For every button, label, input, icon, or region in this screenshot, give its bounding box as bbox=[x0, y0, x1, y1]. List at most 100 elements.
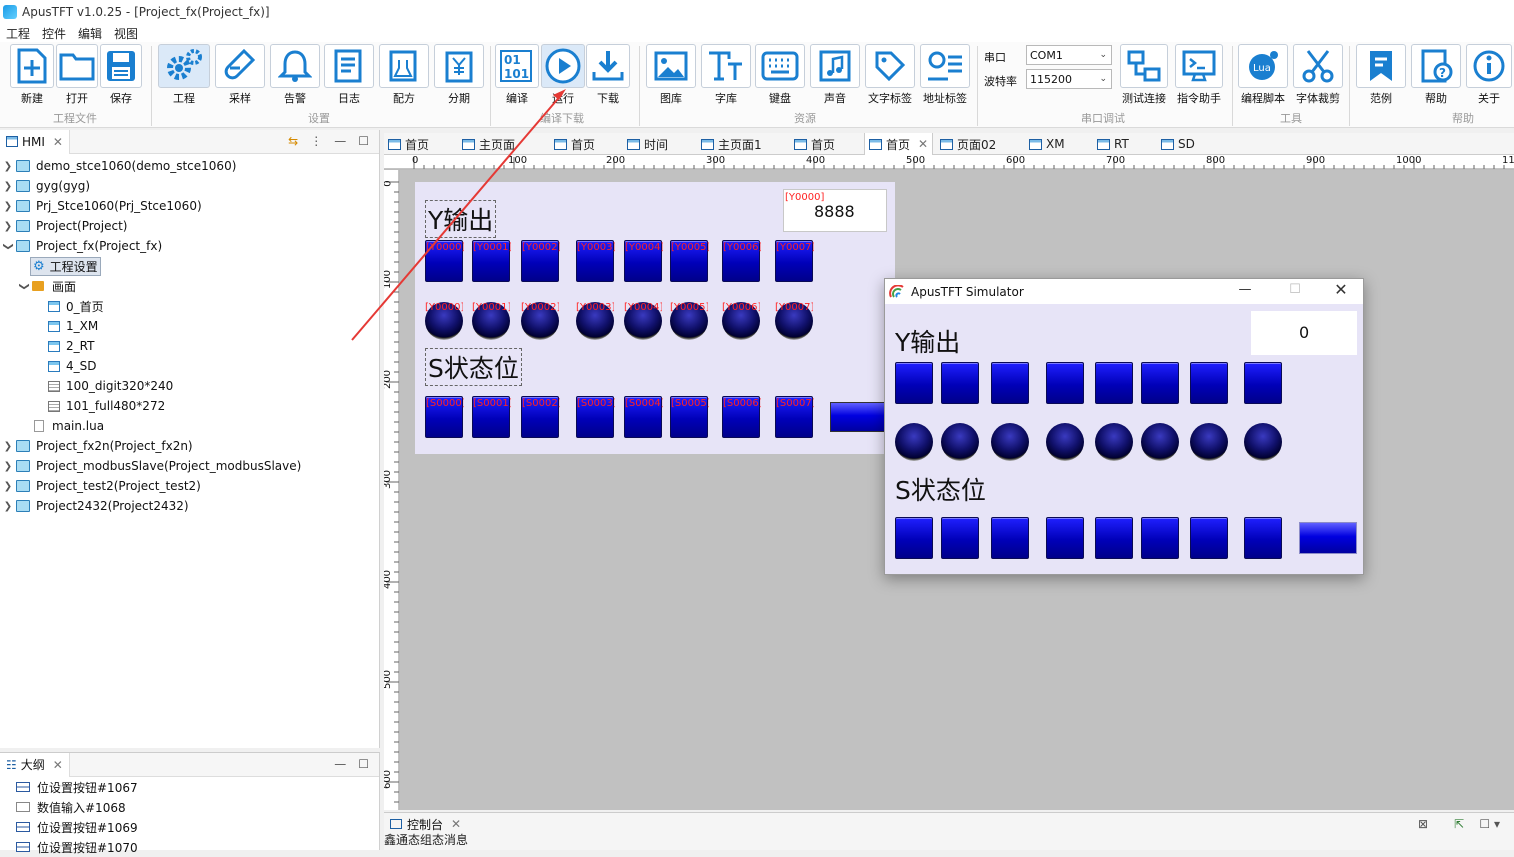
tab-editor-page[interactable]: 首页 bbox=[388, 133, 429, 155]
tab-hmi[interactable]: HMI ✕ bbox=[0, 129, 70, 154]
sample-button[interactable]: 采样 bbox=[215, 44, 265, 108]
font-crop-button[interactable]: 字体裁剪 bbox=[1293, 44, 1343, 108]
tab-editor-page[interactable]: 首页 bbox=[554, 133, 595, 155]
y-indicator-lamp[interactable]: [Y0005] bbox=[670, 302, 708, 340]
close-icon[interactable]: ✕ bbox=[53, 135, 63, 149]
s-bit-button[interactable]: [S0003] bbox=[576, 396, 615, 438]
gallery-button[interactable]: 图库 bbox=[646, 44, 696, 108]
y-indicator-lamp[interactable]: [Y0002] bbox=[521, 302, 559, 340]
expand-arrow-icon[interactable]: ❯ bbox=[0, 181, 16, 192]
minimize-icon[interactable]: — bbox=[1235, 282, 1255, 297]
design-s-title[interactable]: S状态位 bbox=[425, 348, 522, 386]
expand-arrow-icon[interactable]: ❯ bbox=[0, 221, 16, 232]
close-icon[interactable]: ✕ bbox=[53, 758, 63, 772]
tab-outline[interactable]: ☷ 大纲 ✕ bbox=[0, 752, 70, 777]
text-label-button[interactable]: 文字标签 bbox=[865, 44, 915, 108]
link-editor-icon[interactable]: ⇆ bbox=[288, 134, 298, 148]
tab-editor-page[interactable]: 页面02 bbox=[940, 133, 996, 155]
tree-node-project-fx[interactable]: ❯ Project_fx(Project_fx) bbox=[0, 236, 379, 256]
tab-editor-page[interactable]: 主页面1 bbox=[701, 133, 762, 155]
tree-node-project[interactable]: ❯ Project2432(Project2432) bbox=[0, 496, 379, 516]
clear-console-icon[interactable]: ⊠ bbox=[1418, 817, 1428, 831]
tab-editor-page[interactable]: SD bbox=[1161, 133, 1195, 155]
sim-y-bit-button[interactable] bbox=[1095, 362, 1133, 404]
sim-y-bit-button[interactable] bbox=[895, 362, 933, 404]
open-button[interactable]: 打开 bbox=[56, 44, 98, 108]
tree-node-project[interactable]: ❯ Prj_Stce1060(Prj_Stce1060) bbox=[0, 196, 379, 216]
design-y-title[interactable]: Y输出 bbox=[425, 200, 497, 238]
close-icon[interactable]: ✕ bbox=[451, 817, 461, 831]
sim-s-bit-button[interactable] bbox=[1244, 517, 1282, 559]
tab-editor-page-active[interactable]: 首页 ✕ bbox=[864, 133, 934, 155]
tree-node-screen[interactable]: 4_SD bbox=[0, 356, 379, 376]
maximize-icon[interactable]: ☐ bbox=[358, 134, 369, 148]
expand-arrow-icon[interactable]: ❯ bbox=[0, 461, 16, 472]
s-bit-button[interactable]: [S0002] bbox=[521, 396, 560, 438]
y-bit-button[interactable]: [Y0004] bbox=[624, 240, 663, 282]
sim-y-bit-button[interactable] bbox=[991, 362, 1029, 404]
collapse-arrow-icon[interactable]: ❯ bbox=[19, 278, 30, 294]
s-bit-button[interactable]: [S0004] bbox=[624, 396, 663, 438]
design-number-display[interactable]: [Y0000] 8888 bbox=[783, 189, 887, 232]
simulator-title-bar[interactable]: ApusTFT Simulator — ☐ ✕ bbox=[885, 279, 1363, 304]
tab-editor-page[interactable]: 时间 bbox=[627, 133, 668, 155]
s-bit-button[interactable]: [S0006] bbox=[722, 396, 761, 438]
tree-node-project[interactable]: ❯ Project_modbusSlave(Project_modbusSlave… bbox=[0, 456, 379, 476]
s-bit-button[interactable]: [S0000] bbox=[425, 396, 464, 438]
minimize-icon[interactable]: — bbox=[334, 134, 346, 148]
sound-button[interactable]: 声音 bbox=[810, 44, 860, 108]
tab-console[interactable]: 控制台 bbox=[407, 816, 443, 833]
y-bit-button[interactable]: [Y0001] bbox=[472, 240, 511, 282]
lua-script-button[interactable]: Lua 编程脚本 bbox=[1238, 44, 1288, 108]
outline-item[interactable]: 数值输入#1068 bbox=[0, 797, 379, 817]
sim-y-bit-button[interactable] bbox=[1141, 362, 1179, 404]
sim-s-bit-button[interactable] bbox=[1190, 517, 1228, 559]
expand-arrow-icon[interactable]: ❯ bbox=[0, 161, 16, 172]
y-indicator-lamp[interactable]: [Y0007] bbox=[775, 302, 813, 340]
menu-view[interactable]: 视图 bbox=[108, 25, 144, 42]
new-button[interactable]: 新建 bbox=[10, 44, 54, 108]
maximize-icon[interactable]: ☐ bbox=[1285, 282, 1305, 297]
hmi-design-screen[interactable]: Y输出 [Y0000] 8888 [Y0000] [Y0001] [Y0002] [Y… bbox=[415, 182, 895, 454]
tree-node-lua-file[interactable]: main.lua bbox=[0, 416, 379, 436]
y-bit-button[interactable]: [Y0007] bbox=[775, 240, 814, 282]
tree-node-project[interactable]: ❯ demo_stce1060(demo_stce1060) bbox=[0, 156, 379, 176]
tree-node-project[interactable]: ❯ Project(Project) bbox=[0, 216, 379, 236]
serial-port-select[interactable]: COM1 ⌄ bbox=[1026, 45, 1112, 65]
minimize-icon[interactable]: — bbox=[334, 757, 346, 771]
project-settings-button[interactable]: 工程 bbox=[158, 44, 210, 108]
expand-arrow-icon[interactable]: ❯ bbox=[0, 481, 16, 492]
outline-item[interactable]: 位设置按钮#1069 bbox=[0, 817, 379, 837]
compile-button[interactable]: 01 101 编译 bbox=[495, 44, 539, 108]
view-menu-icon[interactable]: ⋮ bbox=[310, 134, 322, 148]
outline-item[interactable]: 位设置按钮#1070 bbox=[0, 837, 379, 857]
command-helper-button[interactable]: 指令助手 bbox=[1175, 44, 1223, 108]
y-indicator-lamp[interactable]: [Y0006] bbox=[722, 302, 760, 340]
tree-node-screen[interactable]: 2_RT bbox=[0, 336, 379, 356]
close-icon[interactable]: ✕ bbox=[1331, 280, 1351, 299]
alarm-button[interactable]: 告警 bbox=[270, 44, 320, 108]
sim-y-bit-button[interactable] bbox=[1190, 362, 1228, 404]
expand-arrow-icon[interactable]: ❯ bbox=[0, 201, 16, 212]
sim-s-bit-button[interactable] bbox=[1141, 517, 1179, 559]
sim-s-bit-button[interactable] bbox=[991, 517, 1029, 559]
help-button[interactable]: ? 帮助 bbox=[1411, 44, 1461, 108]
tree-node-screen[interactable]: 0_首页 bbox=[0, 296, 379, 316]
tree-node-project[interactable]: ❯ Project_test2(Project_test2) bbox=[0, 476, 379, 496]
keyboard-button[interactable]: 键盘 bbox=[755, 44, 805, 108]
y-bit-button[interactable]: [Y0000] bbox=[425, 240, 464, 282]
menu-controls[interactable]: 控件 bbox=[36, 25, 72, 42]
tab-editor-page[interactable]: RT bbox=[1097, 133, 1129, 155]
collapse-arrow-icon[interactable]: ❯ bbox=[3, 238, 14, 254]
sim-s-bit-button[interactable] bbox=[895, 517, 933, 559]
s-bit-button[interactable]: [S0007] bbox=[775, 396, 814, 438]
tree-node-project[interactable]: ❯ gyg(gyg) bbox=[0, 176, 379, 196]
sim-y-bit-button[interactable] bbox=[1046, 362, 1084, 404]
tree-node-screen[interactable]: 1_XM bbox=[0, 316, 379, 336]
sim-y-bit-button[interactable] bbox=[941, 362, 979, 404]
y-bit-button[interactable]: [Y0005] bbox=[670, 240, 709, 282]
sim-y-bit-button[interactable] bbox=[1244, 362, 1282, 404]
sim-s-bit-button[interactable] bbox=[1046, 517, 1084, 559]
simulator-window[interactable]: ApusTFT Simulator — ☐ ✕ Y输出 0 S状态位 bbox=[884, 278, 1364, 575]
s-bit-button[interactable]: [S0005] bbox=[670, 396, 709, 438]
